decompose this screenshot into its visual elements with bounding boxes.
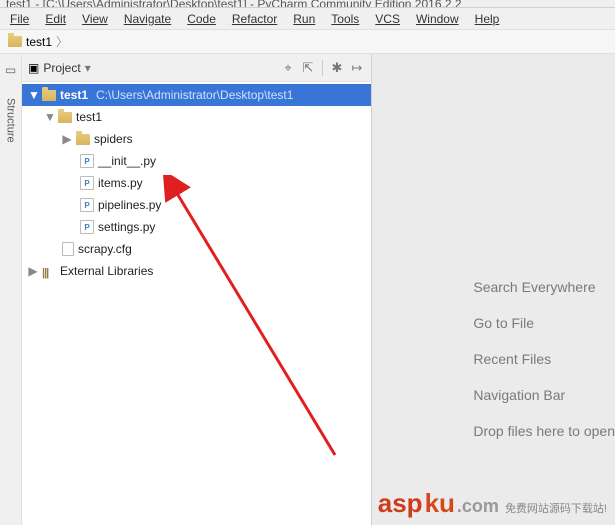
welcome-hints: Search Everywhere Go to File Recent File… [473,279,615,439]
project-panel-title[interactable]: Project [43,61,80,75]
tree-scrapycfg-label: scrapy.cfg [78,242,132,256]
python-file-icon: P [80,220,94,234]
tree-init[interactable]: P __init__.py [22,150,371,172]
hint-recent: Recent Files [473,351,615,367]
tree-root-label: test1 [60,88,88,102]
tree-root[interactable]: ▼ test1 C:\Users\Administrator\Desktop\t… [22,84,371,106]
project-tree[interactable]: ▼ test1 C:\Users\Administrator\Desktop\t… [22,82,371,525]
tree-external-label: External Libraries [60,264,153,278]
menu-refactor[interactable]: Refactor [226,10,283,28]
hint-navbar: Navigation Bar [473,387,615,403]
menu-edit[interactable]: Edit [39,10,72,28]
project-panel-header: ▣ Project ▾ ⌖ ⇱ ✱ ↦ [22,54,371,82]
tree-root-path: C:\Users\Administrator\Desktop\test1 [96,88,293,102]
arrow-down-icon[interactable]: ▼ [28,88,38,102]
scroll-to-source-icon[interactable]: ⌖ [280,60,296,76]
collapse-all-icon[interactable]: ⇱ [300,60,316,76]
tree-items[interactable]: P items.py [22,172,371,194]
tree-pkg-test1[interactable]: ▼ test1 [22,106,371,128]
window-title: test1 - [C:\Users\Administrator\Desktop\… [6,0,462,8]
project-sidebar: ▣ Project ▾ ⌖ ⇱ ✱ ↦ ▼ test1 C:\Users\Adm… [22,54,372,525]
breadcrumb-root[interactable]: test1 [26,35,52,49]
project-view-icon: ▣ [28,61,39,75]
arrow-right-icon[interactable]: ▶ [62,132,72,146]
watermark-ku: ku [425,488,455,519]
watermark-com: .com [457,496,499,517]
hint-goto: Go to File [473,315,615,331]
tree-pipelines[interactable]: P pipelines.py [22,194,371,216]
tree-items-label: items.py [98,176,143,190]
menu-bar: File Edit View Navigate Code Refactor Ru… [0,8,615,30]
watermark-asp: asp [378,488,423,519]
hide-icon[interactable]: ↦ [349,60,365,76]
menu-vcs[interactable]: VCS [369,10,406,28]
menu-view[interactable]: View [76,10,114,28]
chevron-down-icon[interactable]: ▾ [85,61,91,75]
tree-scrapy-cfg[interactable]: scrapy.cfg [22,238,371,260]
folder-icon [8,36,22,47]
tree-pkg-label: test1 [76,110,102,124]
editor-area[interactable]: Search Everywhere Go to File Recent File… [372,54,615,525]
hint-drop: Drop files here to open [473,423,615,439]
menu-code[interactable]: Code [181,10,222,28]
tree-external-libraries[interactable]: ▶ External Libraries [22,260,371,282]
watermark: asp ku .com 免费网站源码下载站! [378,488,607,519]
libraries-icon [42,265,56,277]
tree-settings-label: settings.py [98,220,155,234]
tree-settings[interactable]: P settings.py [22,216,371,238]
arrow-down-icon[interactable]: ▼ [44,110,54,124]
folder-icon [58,112,72,123]
hint-search: Search Everywhere [473,279,615,295]
chevron-right-icon: 〉 [56,33,68,50]
arrow-right-icon[interactable]: ▶ [28,264,38,278]
menu-navigate[interactable]: Navigate [118,10,177,28]
project-tool-button[interactable]: ▭ [3,62,19,78]
file-icon [62,242,74,256]
tree-spiders[interactable]: ▶ spiders [22,128,371,150]
separator [322,60,323,76]
folder-icon [76,134,90,145]
structure-tool-button[interactable]: Structure [5,92,17,143]
python-file-icon: P [80,176,94,190]
watermark-tagline: 免费网站源码下载站! [505,500,607,516]
python-file-icon: P [80,154,94,168]
breadcrumb: test1 〉 [0,30,615,54]
menu-window[interactable]: Window [410,10,465,28]
menu-file[interactable]: File [4,10,35,28]
menu-run[interactable]: Run [287,10,321,28]
python-file-icon: P [80,198,94,212]
workspace: ▭ Structure ▣ Project ▾ ⌖ ⇱ ✱ ↦ ▼ test1 [0,54,615,525]
tree-spiders-label: spiders [94,132,133,146]
folder-icon [42,90,56,101]
window-titlebar: test1 - [C:\Users\Administrator\Desktop\… [0,0,615,8]
tool-window-strip-left: ▭ Structure [0,54,22,525]
tree-pipelines-label: pipelines.py [98,198,161,212]
menu-help[interactable]: Help [469,10,506,28]
menu-tools[interactable]: Tools [325,10,365,28]
tree-init-label: __init__.py [98,154,156,168]
gear-icon[interactable]: ✱ [329,60,345,76]
